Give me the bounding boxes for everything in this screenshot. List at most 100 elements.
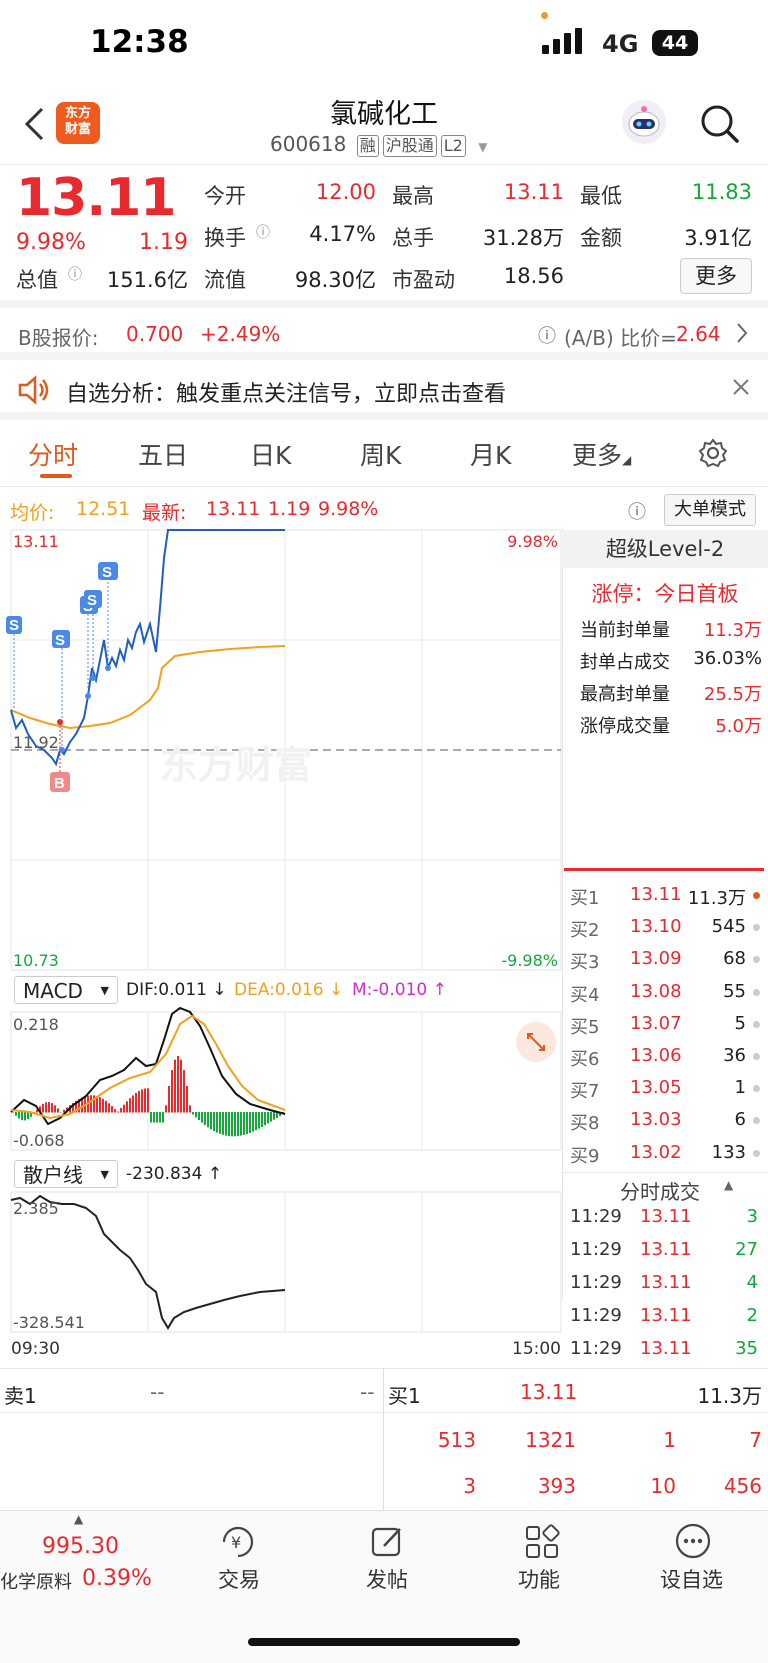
info-icon[interactable]: ⓘ [68,264,82,284]
divider [0,486,768,487]
svg-text:S: S [87,592,97,609]
info-icon[interactable]: ⓘ [256,222,270,242]
ticks-title[interactable]: 分时成交 [620,1176,700,1205]
search-icon[interactable] [700,104,740,148]
expand-icon[interactable] [516,1022,556,1062]
macd-bar [255,1112,257,1131]
macd-bar [198,1112,200,1121]
index-value[interactable]: 995.30 [42,1534,119,1559]
pct-axis-top: 9.98% [507,532,558,551]
high-value: 13.11 [503,180,564,204]
function-label[interactable]: 功能 [518,1564,560,1594]
caret-up-icon[interactable]: ▲ [74,1512,83,1526]
tick-volume: 35 [735,1338,758,1359]
macd-bar [210,1112,212,1130]
more-dots-icon[interactable] [674,1522,712,1564]
retail-selector[interactable]: 散户线 ▼ [14,1160,118,1188]
buy1-price: 13.11 [520,1380,578,1404]
bid-label: 买6 [570,1049,600,1070]
battery-icon: 44 [652,30,698,56]
macd-bar [159,1112,161,1123]
divider [0,352,768,360]
mktcap-label: 总值 [16,268,58,292]
notice-text[interactable]: 自选分析：触发重点关注信号，立即点击查看 [66,376,506,408]
level2-row-label: 涨停成交量 [580,716,670,737]
network-type: 4G [602,30,639,58]
macd-bar [126,1101,128,1113]
post-icon[interactable] [370,1524,406,1564]
pe-value: 18.56 [503,264,564,288]
help-icon[interactable]: ⓘ [628,498,646,524]
turnover-label: 换手 [204,226,246,250]
macd-bar [132,1095,134,1113]
close-icon[interactable] [732,378,750,400]
level2-title[interactable]: 超级Level-2 [562,530,768,568]
post-label[interactable]: 发帖 [366,1564,408,1594]
tick-price: 13.11 [640,1338,692,1359]
macd-bar [138,1090,140,1113]
macd-axis-bottom: -0.068 [13,1131,65,1150]
level2-row-value: 36.03% [693,648,762,669]
bid-price: 13.05 [630,1077,682,1099]
macd-bar [108,1103,110,1113]
tab-monthly-k[interactable]: 月K [470,436,511,472]
bid-price: 13.07 [630,1012,682,1034]
tab-intraday[interactable]: 分时 [28,436,78,472]
bid-label: 买4 [570,984,600,1006]
settings-icon[interactable] [698,438,728,472]
robot-assistant-icon[interactable] [622,100,666,144]
macd-bar [204,1112,206,1126]
add-watch-label[interactable]: 设自选 [660,1564,723,1594]
float-label: 流值 [204,268,246,292]
ab-ratio-label: (A/B) 比价= [564,326,677,350]
caret-up-icon[interactable]: ▲ [724,1178,733,1192]
macd-bar [237,1112,239,1137]
bid-dot [753,1149,760,1157]
tick-volume: 3 [746,1206,758,1227]
more-button[interactable]: 更多 [680,258,752,294]
stock-code-row[interactable]: 600618 融沪股通 L2 ▼ [270,132,487,157]
macd-bar [180,1059,182,1113]
tag-l2: L2 [440,135,466,157]
bid-price: 13.02 [630,1141,682,1163]
macd-bar [243,1112,245,1135]
tab-weekly-k[interactable]: 周K [360,436,401,472]
divider [0,1412,768,1413]
trade-label[interactable]: 交易 [218,1564,260,1594]
help-icon[interactable]: ⓘ [538,322,556,348]
macd-bar [60,1112,62,1113]
macd-dif: DIF:0.011 ↓ [126,980,227,1000]
bid-price: 13.09 [630,948,682,970]
bid-label: 买8 [570,1113,600,1135]
macd-bar [234,1112,236,1137]
tab-five-day[interactable]: 五日 [138,436,188,472]
intraday-chart[interactable]: 东方财富 S S S S S B 13.11 9.98% 11.92 10.73… [0,528,564,1360]
macd-bar [270,1112,272,1122]
divider [0,300,768,308]
latest-change: 1.19 [268,498,311,520]
recording-dot [541,12,548,19]
macd-bar [252,1112,254,1132]
price-axis-top: 13.11 [13,532,59,551]
tab-more[interactable]: 更多◢ [572,436,631,472]
mktcap-value: 151.6亿 [106,268,188,292]
bid-volume: 11.3万 [687,888,746,909]
tab-daily-k[interactable]: 日K [250,436,291,472]
tick-price: 13.11 [640,1305,692,1326]
macd-selector[interactable]: MACD ▼ [14,976,118,1004]
volume-label: 总手 [392,226,434,250]
function-icon[interactable] [524,1524,560,1564]
bid-volume: 1 [734,1077,746,1099]
home-indicator [248,1638,520,1646]
macd-bar [54,1105,56,1113]
macd-bar [177,1056,179,1113]
macd-bar [171,1070,173,1113]
bid-volume: 133 [711,1141,746,1163]
buy-marker-b: B [50,772,70,792]
chevron-right-icon[interactable] [736,322,748,348]
queue-cell: 10 [650,1474,676,1498]
trade-icon[interactable]: ¥ [218,1524,258,1564]
big-order-mode-button[interactable]: 大单模式 [664,494,756,526]
chart-watermark: 东方财富 [160,744,312,787]
macd-bar [183,1070,185,1113]
